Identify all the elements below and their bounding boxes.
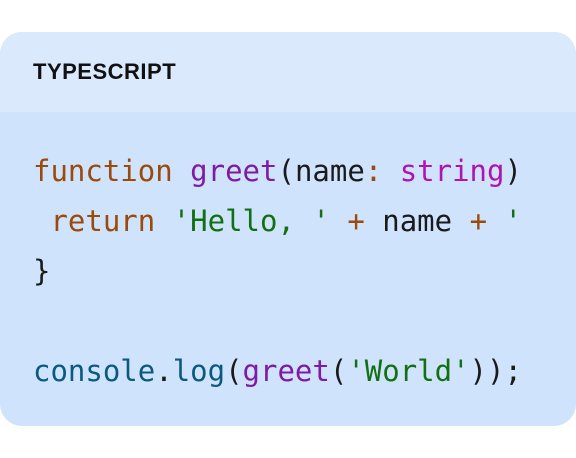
operator-token: + [347,204,365,238]
object-token: console [33,354,156,388]
colon-token: : [364,154,383,188]
string-token: 'World' [347,354,470,388]
param-token: name [294,154,365,188]
code-line-3: } [33,246,576,296]
paren-token: ( [277,154,295,188]
function-name-token: greet [242,354,330,388]
paren-token: ) [504,154,522,188]
code-line-5: console.log(greet('World')); [33,346,576,396]
string-token: 'Hello, ' [172,204,330,238]
code-line-1: function greet(name: string) [33,146,576,196]
variable-token: name [382,204,453,238]
language-label: TYPESCRIPT [33,59,177,84]
keyword-token: function [33,154,173,188]
operator-token: + [469,204,488,238]
paren-token: ( [329,354,348,388]
code-block-header: TYPESCRIPT [0,32,576,112]
function-name-token: greet [190,154,278,188]
keyword-token: return [50,204,156,238]
method-token: log [172,354,226,388]
closing-token: )); [469,354,522,388]
code-line-2: return 'Hello, ' + name + ' [33,196,576,246]
paren-token: ( [225,354,243,388]
dot-token: . [155,354,173,388]
string-token: ' [504,204,522,238]
indent-token [33,204,50,238]
code-content: function greet(name: string) return 'Hel… [0,112,576,396]
type-token: string [399,154,505,188]
brace-token: } [33,254,51,288]
code-block: TYPESCRIPT function greet(name: string) … [0,32,576,426]
